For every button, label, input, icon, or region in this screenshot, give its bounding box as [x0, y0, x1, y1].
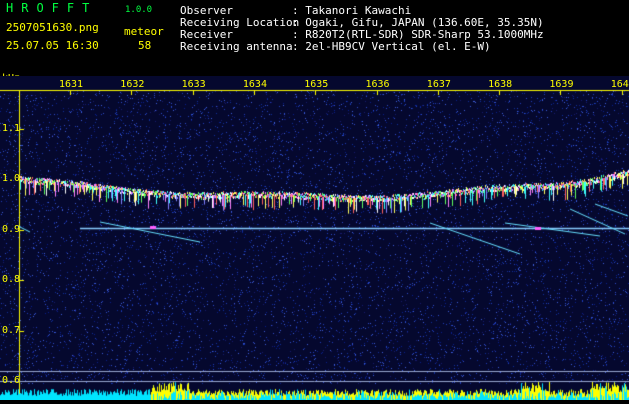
meteor-count: 58 [138, 39, 152, 52]
time-tick-label: 1631 [59, 79, 84, 90]
freq-tick-label: 0.9 [2, 223, 21, 235]
app-version: 1.0.0 [125, 5, 153, 15]
time-tick-label: 1640 [610, 79, 629, 90]
info-value-antenna: : 2el-HB9CV Vertical (el. E-W) [292, 40, 491, 53]
spectrogram-canvas [0, 76, 629, 400]
spectrogram: 1631 1632 1633 1634 1635 1636 1637 1638 … [0, 76, 629, 400]
freq-tick-label: 1.1 [2, 122, 21, 134]
time-tick-label: 1634 [242, 79, 267, 90]
time-tick-label: 1632 [120, 79, 145, 90]
meteor-label: meteor [124, 25, 164, 38]
date-time: 25.07.05 16:30 [6, 39, 99, 52]
app-name: HROFFT [6, 1, 98, 15]
time-tick-label: 1633 [181, 79, 206, 90]
freq-tick-label: 1.0 [2, 173, 21, 184]
header-panel: HROFFT 1.0.0 2507051630.png 25.07.05 16:… [0, 0, 629, 66]
time-tick-label: 1635 [304, 79, 329, 90]
freq-tick-label: 0.7 [2, 324, 21, 336]
freq-tick-label: 0.6 [2, 375, 21, 386]
time-tick-label: 1639 [549, 79, 574, 90]
time-tick-label: 1637 [426, 79, 451, 90]
freq-tick-label: 0.8 [2, 274, 21, 285]
time-tick-label: 1638 [488, 79, 513, 90]
time-tick-label: 1636 [365, 79, 390, 90]
file-name: 2507051630.png [6, 21, 99, 34]
info-label-antenna: Receiving antenna [180, 40, 293, 53]
